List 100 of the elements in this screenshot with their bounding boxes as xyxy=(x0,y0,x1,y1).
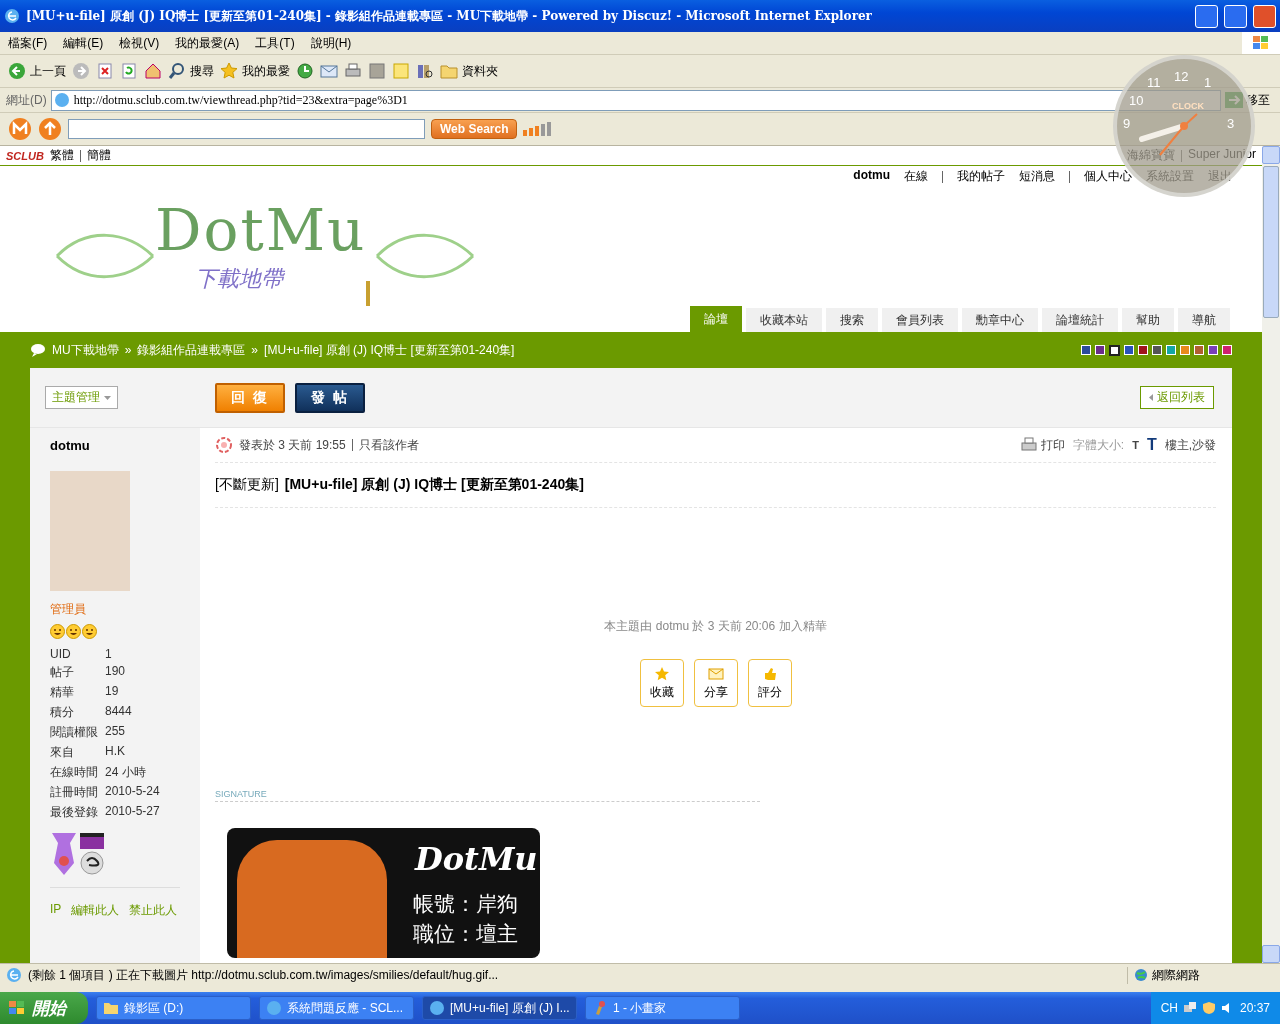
scroll-thumb[interactable] xyxy=(1263,166,1279,318)
browser-icon xyxy=(429,1000,445,1016)
language-link[interactable]: 繁體 xyxy=(49,147,74,164)
stop-icon[interactable] xyxy=(96,62,114,80)
network-icon[interactable] xyxy=(1182,1001,1197,1015)
post-action-button[interactable]: 收藏 xyxy=(639,659,684,707)
nav-tab[interactable]: 幫助 xyxy=(1122,308,1174,332)
caret-icon xyxy=(1149,394,1153,401)
user-menu-link[interactable]: 我的帖子 xyxy=(957,168,1005,185)
new-post-button[interactable]: 發 帖 xyxy=(294,382,365,413)
folder-icon xyxy=(440,62,458,80)
breadcrumb-separator: » xyxy=(124,343,132,357)
menu-item[interactable]: 檔案(F) xyxy=(0,34,56,52)
stat-label: 最後登錄 xyxy=(50,804,99,821)
author-name[interactable]: dotmu xyxy=(50,428,180,471)
toolbar-button[interactable]: 資料夾 xyxy=(440,62,498,80)
username-link[interactable]: dotmu xyxy=(853,168,890,185)
history-icon[interactable] xyxy=(296,62,314,80)
nav-tab[interactable]: 勳章中心 xyxy=(962,308,1038,332)
taskbar-item[interactable]: [MU+u-file] 原創 (J) I... xyxy=(422,996,577,1020)
shield-icon[interactable] xyxy=(1201,1001,1216,1015)
stat-label: 積分 xyxy=(50,704,75,721)
large-font-button[interactable]: T xyxy=(1146,436,1157,454)
m-logo-icon[interactable] xyxy=(8,117,32,141)
nav-tab[interactable]: 搜索 xyxy=(826,308,878,332)
site-logo[interactable]: SCLUB xyxy=(6,149,44,162)
menu-item[interactable]: 我的最愛(A) xyxy=(167,34,248,52)
stat-label: 帖子 xyxy=(50,664,75,681)
nav-tab[interactable]: 會員列表 xyxy=(882,308,958,332)
stat-label: 精華 xyxy=(50,684,75,701)
post-title: [MU+u-file] 原創 (J) IQ博士 [更新至第01-240集] xyxy=(284,476,584,494)
stat-value: 2010-5-24 xyxy=(105,784,161,800)
windows-flag-icon xyxy=(1252,35,1270,51)
signature-text: 職位：壇主 xyxy=(413,921,518,947)
post-date: 發表於 3 天前 19:55 xyxy=(239,436,346,454)
toolbar-button[interactable]: 我的最愛 xyxy=(220,62,290,80)
windows-flag-icon xyxy=(8,1000,26,1016)
print-icon[interactable] xyxy=(344,62,362,80)
window-title: [MU+u-file] 原創 (J) IQ博士 [更新至第01-240集] - 錄影組作品連載專區 - MU下載地帶 - Powered by Discuz! - Microsoft Internet Explorer xyxy=(26,7,873,25)
stat-label: 註冊時間 xyxy=(50,784,99,801)
stat-label: 閱讀權限 xyxy=(50,724,99,741)
menu-item[interactable]: 說明(H) xyxy=(302,34,360,52)
nav-tab[interactable]: 收藏本站 xyxy=(746,308,822,332)
user-menu-link[interactable]: 個人中心 xyxy=(1084,168,1132,185)
taskbar-item[interactable]: 錄影區 (D:) xyxy=(96,996,251,1020)
security-zone-text: 網際網路 xyxy=(1152,966,1200,984)
smiley-icon xyxy=(50,624,65,639)
stat-value: 255 xyxy=(105,724,127,740)
theme-swatch[interactable] xyxy=(1109,344,1120,356)
toolbar-button[interactable]: 搜尋 xyxy=(168,62,214,80)
clock-numeral: 12 xyxy=(1174,69,1189,84)
post-action-button[interactable]: 評分 xyxy=(747,659,792,707)
clock-time: 20:37 xyxy=(1239,1001,1270,1015)
smiley-icon xyxy=(66,624,81,639)
browser-icon xyxy=(53,92,70,108)
refresh-icon[interactable] xyxy=(120,62,138,80)
status-text: (剩餘 1 個項目 ) 正在下載圖片 http://dotmu.sclub.com.tw/images/smilies/default/hug.gif... xyxy=(28,966,499,984)
user-menu-link[interactable]: 短消息 xyxy=(1019,168,1055,185)
menu-item[interactable]: 工具(T) xyxy=(247,34,303,52)
stat-value: 8444 xyxy=(105,704,133,720)
browser-icon xyxy=(266,1000,282,1016)
signature-text: 帳號：岸狗 xyxy=(413,891,518,917)
start-button[interactable]: 開始 xyxy=(0,992,88,1024)
clock-numeral: 1 xyxy=(1204,75,1212,90)
taskbar-item[interactable]: 1 - 小畫家 xyxy=(585,996,740,1020)
post-action-button[interactable]: 分享 xyxy=(693,659,738,707)
back-to-list-link[interactable]: 返回列表 xyxy=(1140,386,1214,409)
site-logo-subtitle: 下載地帶 xyxy=(195,265,283,293)
topic-manage-dropdown[interactable]: 主題管理 xyxy=(45,386,118,409)
menu-item[interactable]: 檢視(V) xyxy=(111,34,168,52)
author-only-link[interactable]: 只看該作者 xyxy=(358,436,419,454)
mail-icon[interactable] xyxy=(320,62,338,80)
page-loading-icon xyxy=(6,967,22,983)
site-logo-title: DotMu xyxy=(155,196,367,264)
close-button[interactable] xyxy=(1253,4,1276,28)
books-icon[interactable] xyxy=(416,62,434,80)
print-link[interactable]: 打印 xyxy=(1020,436,1065,454)
nav-tab[interactable]: 導航 xyxy=(1178,308,1230,332)
language-link[interactable]: 簡體 xyxy=(86,147,111,164)
speech-bubble-icon xyxy=(30,343,46,357)
menu-item[interactable]: 編輯(E) xyxy=(55,34,112,52)
nav-tab[interactable]: 論壇統計 xyxy=(1042,308,1118,332)
envelope-icon xyxy=(707,665,724,682)
maximize-button[interactable] xyxy=(1224,4,1247,28)
stat-value: 190 xyxy=(105,664,127,680)
floor-label: 樓主,沙發 xyxy=(1164,436,1216,454)
stat-value: 19 xyxy=(105,684,120,700)
small-font-button[interactable]: T xyxy=(1132,439,1139,451)
printer-icon xyxy=(1020,437,1037,453)
caret-icon xyxy=(104,395,111,400)
search-field[interactable] xyxy=(68,119,425,139)
minimize-button[interactable] xyxy=(1195,4,1218,28)
toolbar-button[interactable]: 上一頁 xyxy=(8,62,66,80)
online-status: 在線 xyxy=(904,168,928,185)
clock-numeral: 11 xyxy=(1147,75,1161,90)
language-indicator[interactable]: CH xyxy=(1160,1001,1178,1015)
sword-tip-icon xyxy=(365,281,371,306)
taskbar-item[interactable]: 系統問題反應 - SCL... xyxy=(259,996,414,1020)
signal-bars-icon xyxy=(523,122,554,136)
home-icon[interactable] xyxy=(144,62,162,80)
